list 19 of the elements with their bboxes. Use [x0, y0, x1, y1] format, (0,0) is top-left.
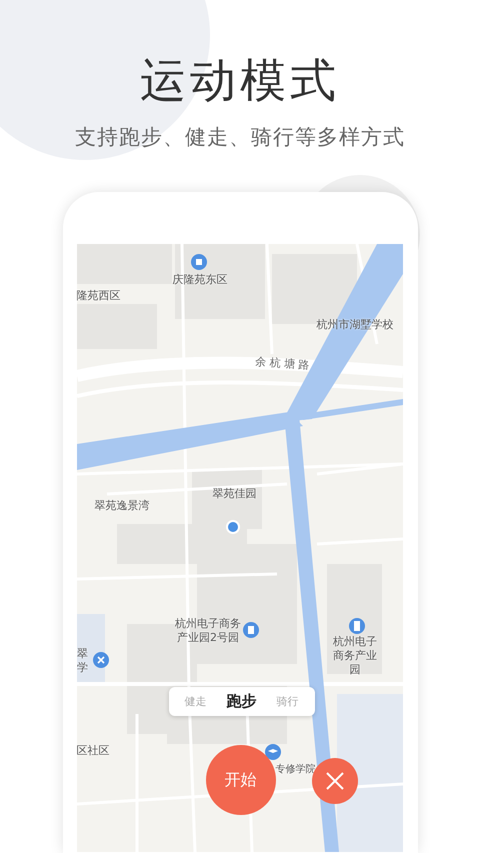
page-subtitle: 支持跑步、健走、骑行等多样方式 — [75, 124, 405, 151]
map-label: 翠学 — [76, 647, 88, 675]
map-label: 杭州电子商务产业园 — [332, 635, 378, 677]
map-label: 翠苑逸景湾 — [94, 499, 150, 513]
map-label: 隆苑西区 — [76, 289, 120, 303]
map-label: 余 杭 塘 路 — [254, 355, 310, 373]
building-pin-icon — [190, 254, 206, 270]
map-label: 杭州电子商务产业园2号园 — [174, 617, 242, 645]
close-icon — [324, 771, 344, 791]
map-label: 杭州市湖墅学校 — [316, 318, 394, 332]
map-label: 翠苑佳园 — [212, 487, 256, 501]
mode-tab[interactable]: 健走 — [176, 690, 214, 713]
map-label: 庆隆苑东区 — [172, 273, 228, 287]
page-title: 运动模式 — [140, 52, 340, 109]
building-pin-icon — [348, 618, 364, 634]
map-label: 区社区 — [76, 744, 110, 758]
building-pin-icon — [242, 622, 258, 638]
mode-tab[interactable]: 骑行 — [268, 690, 306, 713]
mode-tab[interactable]: 跑步 — [218, 690, 264, 713]
